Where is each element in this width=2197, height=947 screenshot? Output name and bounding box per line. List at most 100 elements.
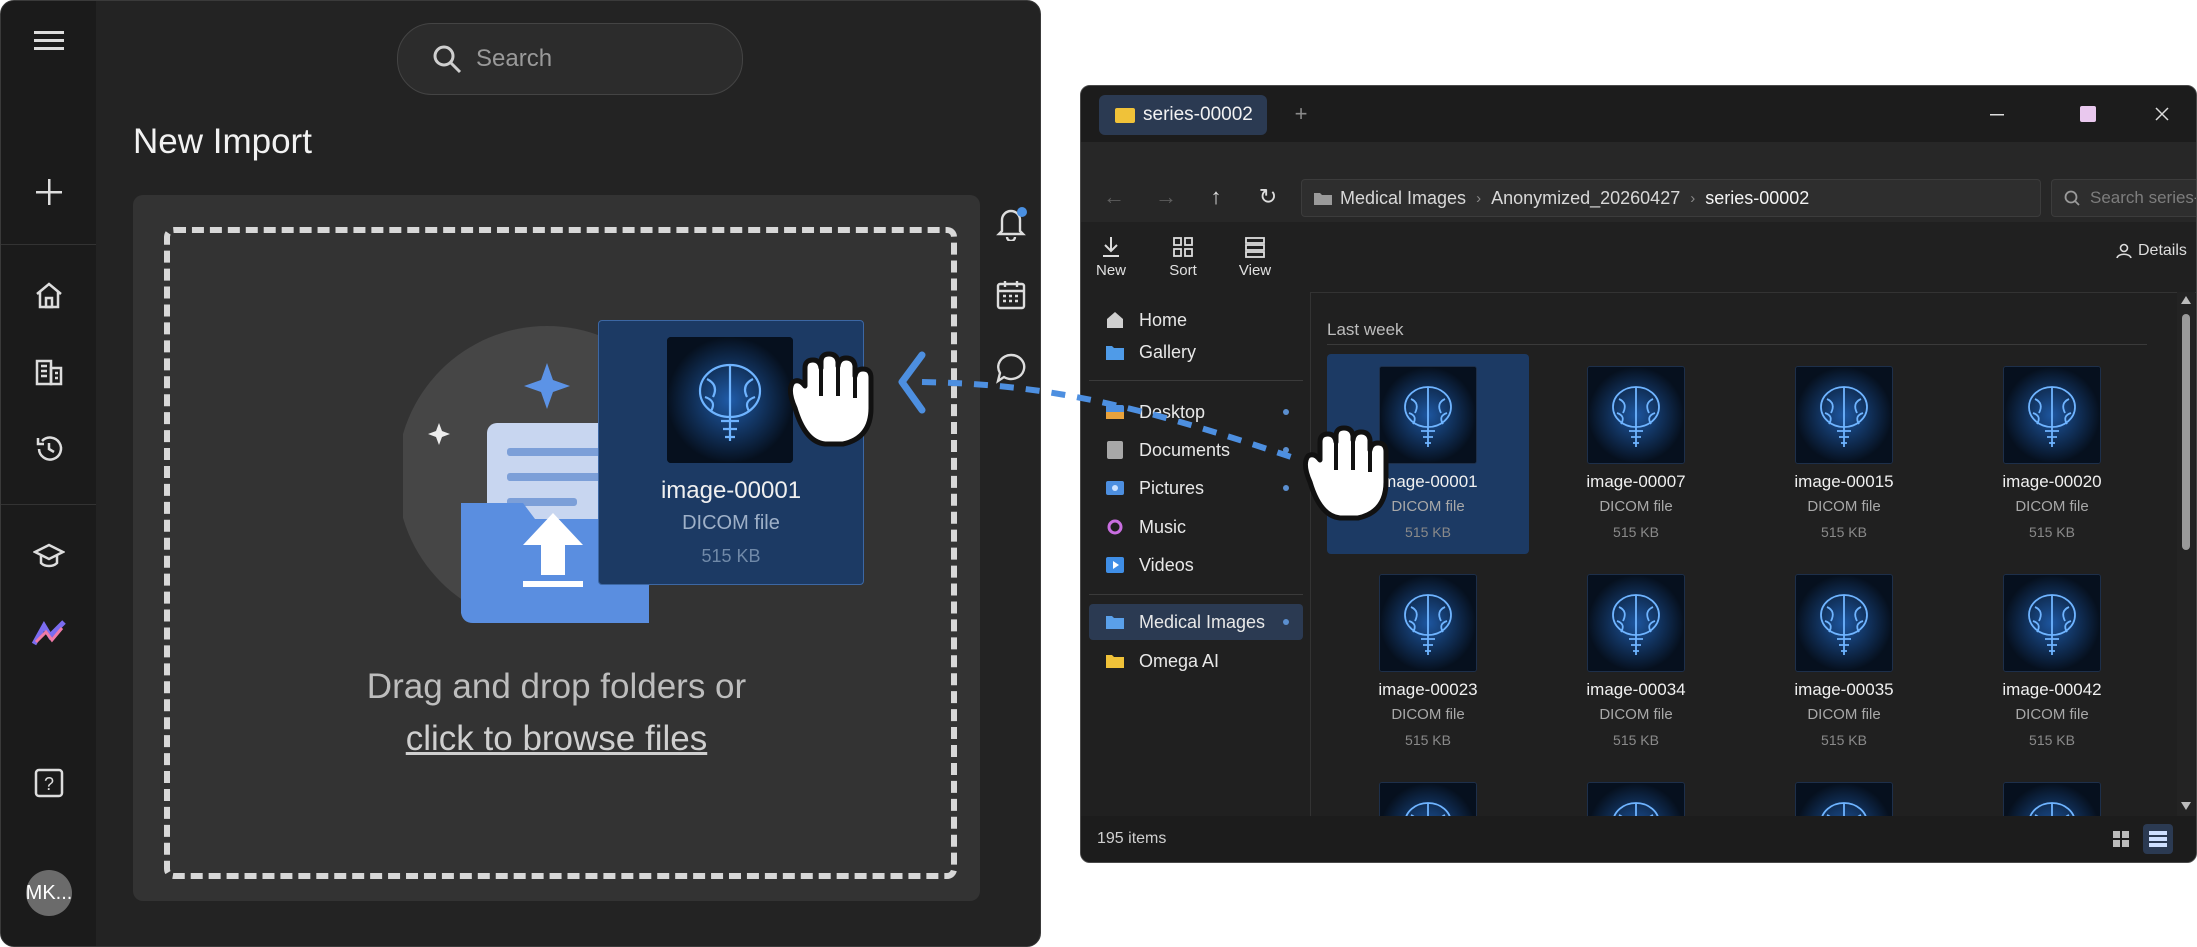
search-icon xyxy=(2064,190,2080,206)
music-icon xyxy=(1105,517,1125,537)
dicom-thumbnail xyxy=(1795,574,1893,672)
maximize-icon[interactable] xyxy=(2068,96,2108,132)
add-icon[interactable] xyxy=(25,168,73,216)
navigation-pane: Home Gallery Desktop Documents Pictures … xyxy=(1081,292,1311,816)
nav-item-medical-images[interactable]: Medical Images xyxy=(1089,604,1303,640)
building-icon[interactable] xyxy=(25,348,73,396)
breadcrumb-item[interactable]: Anonymized_20260427 xyxy=(1491,188,1680,209)
file-name: image-00007 xyxy=(1586,472,1686,491)
file-tile[interactable]: image-00023 DICOM file 515 KB xyxy=(1327,562,1529,762)
file-size: 515 KB xyxy=(1821,732,1867,748)
import-app-window: ? MK... Search New Import Drag and drop … xyxy=(0,0,1041,947)
pin-icon xyxy=(1283,619,1289,625)
file-explorer-window: series-00002 + ← → ↑ ↻ Medical Images › … xyxy=(1080,85,2197,863)
close-icon[interactable] xyxy=(2142,96,2182,132)
brand-logo-icon[interactable] xyxy=(25,609,73,657)
file-tile[interactable] xyxy=(1535,770,1737,816)
breadcrumb-item[interactable]: Medical Images xyxy=(1340,188,1466,209)
search-bar[interactable]: Search xyxy=(397,23,743,95)
home-icon xyxy=(1105,310,1125,330)
file-name: image-00001 xyxy=(1378,472,1478,491)
minimize-icon[interactable] xyxy=(1977,96,2017,132)
calendar-icon[interactable] xyxy=(993,277,1029,313)
back-icon[interactable]: ← xyxy=(1097,180,1131,214)
nav-item-pictures[interactable]: Pictures xyxy=(1089,470,1303,506)
file-type: DICOM file xyxy=(1391,706,1465,723)
scroll-down-icon[interactable] xyxy=(2181,802,2191,810)
avatar[interactable]: MK... xyxy=(26,870,72,916)
pictures-icon xyxy=(1105,478,1125,498)
notification-bell-icon[interactable] xyxy=(993,205,1029,241)
file-size: 515 KB xyxy=(2029,524,2075,540)
new-tab-icon[interactable]: + xyxy=(1281,96,1321,132)
nav-item-home[interactable]: Home xyxy=(1089,302,1303,338)
file-tile[interactable] xyxy=(1327,770,1529,816)
explorer-tab[interactable]: series-00002 xyxy=(1099,95,1267,135)
dicom-thumbnail xyxy=(2003,366,2101,464)
file-name: image-00023 xyxy=(1378,680,1478,699)
view-button[interactable]: View xyxy=(1225,232,1285,284)
nav-item-omega-ai[interactable]: Omega AI xyxy=(1089,643,1303,679)
dicom-thumbnail xyxy=(1587,782,1685,816)
file-tile[interactable]: image-00007 DICOM file 515 KB xyxy=(1535,354,1737,554)
explorer-search-input[interactable]: Search series-00002 xyxy=(2051,179,2196,217)
details-button[interactable]: Details xyxy=(2116,242,2187,260)
dicom-thumbnail xyxy=(1587,366,1685,464)
desktop-icon xyxy=(1105,402,1125,422)
file-tile[interactable]: image-00015 DICOM file 515 KB xyxy=(1743,354,1945,554)
details-view-toggle[interactable] xyxy=(2143,824,2173,854)
browse-files-link[interactable]: click to browse files xyxy=(406,719,707,758)
file-name: image-00034 xyxy=(1586,680,1686,699)
refresh-icon[interactable]: ↻ xyxy=(1251,180,1285,214)
folder-icon xyxy=(1105,651,1125,671)
file-tile[interactable]: image-00042 DICOM file 515 KB xyxy=(1951,562,2153,762)
dicom-thumbnail xyxy=(667,337,793,463)
file-tile[interactable] xyxy=(1743,770,1945,816)
history-icon[interactable] xyxy=(25,425,73,473)
file-type: DICOM file xyxy=(1807,706,1881,723)
nav-rail: ? MK... xyxy=(1,1,96,946)
forward-icon[interactable]: → xyxy=(1149,180,1183,214)
file-tile[interactable]: image-00020 DICOM file 515 KB xyxy=(1951,354,2153,554)
svg-text:?: ? xyxy=(44,774,54,794)
graduation-cap-icon[interactable] xyxy=(25,532,73,580)
breadcrumb-chevron-icon: › xyxy=(1476,189,1482,207)
search-placeholder[interactable]: Search xyxy=(476,45,552,73)
gallery-icon xyxy=(1105,342,1125,362)
up-icon[interactable]: ↑ xyxy=(1199,180,1233,214)
nav-item-documents[interactable]: Documents xyxy=(1089,432,1303,468)
scroll-up-icon[interactable] xyxy=(2181,296,2191,304)
file-list: Last week image-00001 DICOM file 515 KB ima… xyxy=(1311,292,2175,816)
file-type: DICOM file xyxy=(1599,706,1673,723)
menu-icon[interactable] xyxy=(25,17,73,65)
file-size: 515 KB xyxy=(1405,732,1451,748)
vertical-scrollbar[interactable] xyxy=(2177,292,2195,816)
download-icon xyxy=(1103,237,1119,257)
new-button[interactable]: New xyxy=(1081,232,1141,284)
folder-icon xyxy=(1105,612,1125,632)
file-size: 515 KB xyxy=(1613,524,1659,540)
file-tile[interactable]: image-00035 DICOM file 515 KB xyxy=(1743,562,1945,762)
search-icon xyxy=(433,45,462,74)
home-icon[interactable] xyxy=(25,271,73,319)
file-size: 515 KB xyxy=(1821,524,1867,540)
nav-item-desktop[interactable]: Desktop xyxy=(1089,394,1303,430)
breadcrumb-item[interactable]: series-00002 xyxy=(1705,188,1809,209)
help-icon[interactable]: ? xyxy=(25,759,73,807)
folder-icon xyxy=(1115,107,1135,123)
file-name: image-00020 xyxy=(2002,472,2102,491)
file-tile[interactable]: image-00034 DICOM file 515 KB xyxy=(1535,562,1737,762)
scrollbar-thumb[interactable] xyxy=(2182,314,2190,550)
dragged-file-preview: image-00001 DICOM file 515 KB xyxy=(598,320,864,585)
file-tile[interactable] xyxy=(1951,770,2153,816)
nav-item-music[interactable]: Music xyxy=(1089,509,1303,545)
file-type: DICOM file xyxy=(1807,498,1881,515)
sort-button[interactable]: Sort xyxy=(1153,232,1213,284)
chat-icon[interactable] xyxy=(993,350,1029,386)
nav-item-videos[interactable]: Videos xyxy=(1089,547,1303,583)
address-bar[interactable]: Medical Images › Anonymized_20260427 › s… xyxy=(1301,179,2041,217)
tiles-view-icon[interactable] xyxy=(2112,830,2130,848)
file-tile[interactable]: image-00001 DICOM file 515 KB xyxy=(1327,354,1529,554)
nav-item-gallery[interactable]: Gallery xyxy=(1089,334,1303,370)
videos-icon xyxy=(1105,555,1125,575)
